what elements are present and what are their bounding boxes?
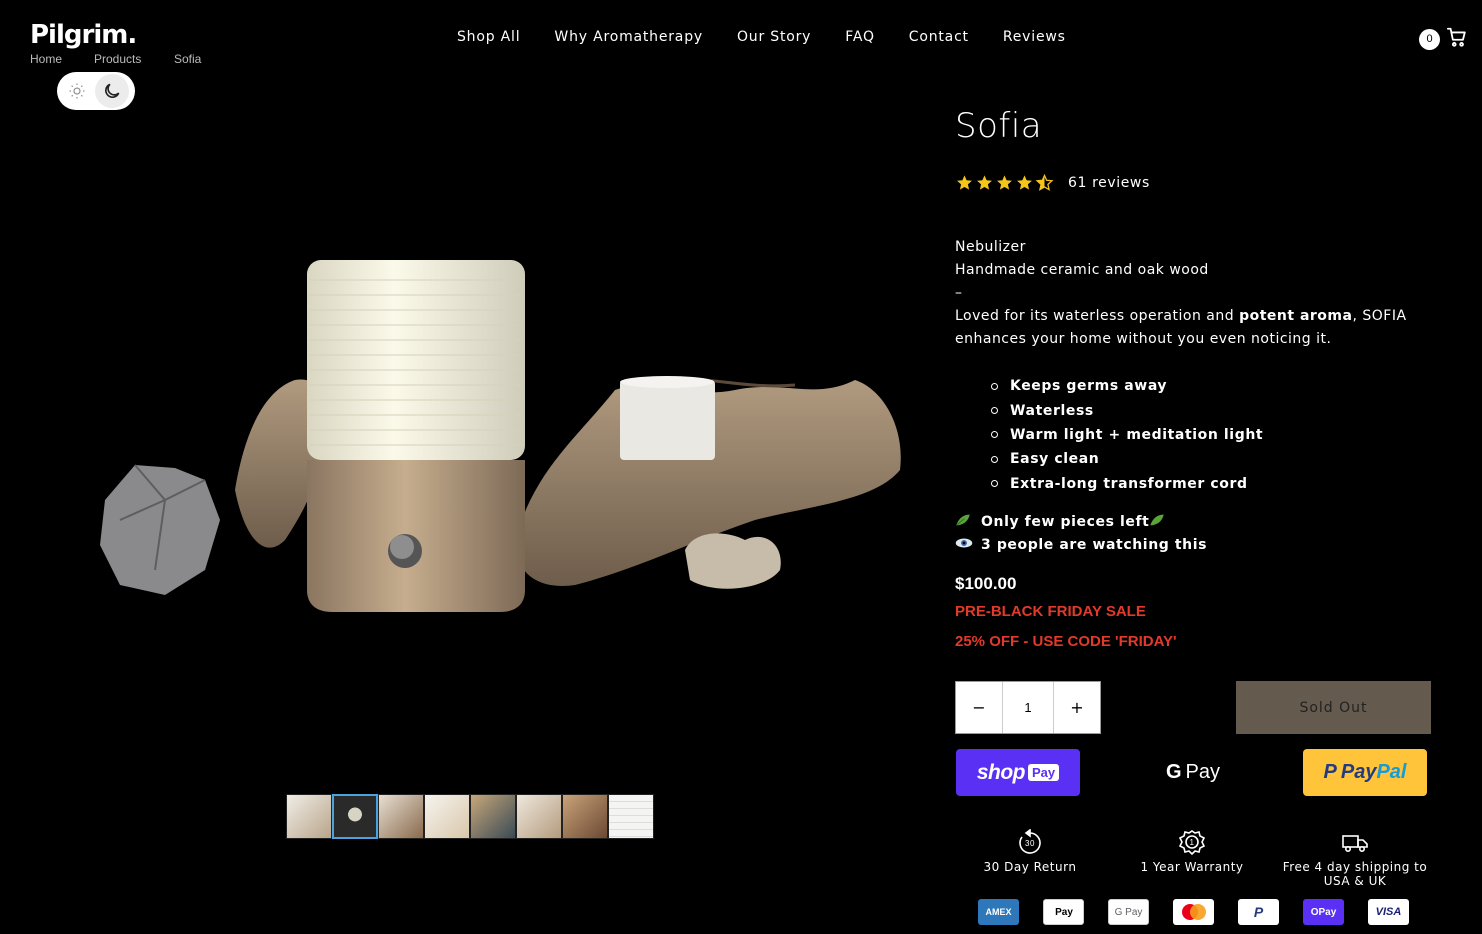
accepted-cards: AMEX Pay G Pay P OPay VISA (978, 899, 1409, 925)
cart-count-badge: 0 (1419, 28, 1440, 50)
half-star-icon (1035, 174, 1054, 191)
quantity-input[interactable]: 1 (1002, 682, 1054, 733)
google-pay-icon: G Pay (1108, 899, 1149, 925)
product-image[interactable] (95, 240, 915, 640)
visa-icon: VISA (1368, 899, 1409, 925)
breadcrumb-home[interactable]: Home (30, 52, 94, 66)
reviews-count[interactable]: 61 reviews (1068, 175, 1150, 191)
watching-alert: 3 people are watching this (955, 533, 1207, 556)
google-g-icon: G (1165, 761, 1182, 783)
product-rating[interactable]: 61 reviews (955, 174, 1150, 191)
breadcrumb-current: Sofia (174, 52, 202, 66)
feature-item: Waterless (991, 398, 1263, 422)
perks-row: 30 30 Day Return 1 1 Year Warranty Free … (955, 826, 1435, 890)
star-icon (1017, 175, 1032, 190)
stock-alerts: Only few pieces left 3 people are watchi… (955, 510, 1207, 556)
star-icon (977, 175, 992, 190)
sun-icon[interactable] (61, 75, 93, 107)
description-text: Loved for its waterless operation and po… (955, 308, 1407, 347)
perk-return: 30 30 Day Return (975, 826, 1085, 874)
product-price: $100.00 (955, 574, 1017, 593)
thumbnail-1[interactable] (286, 794, 332, 839)
express-checkout: shop Pay G Pay P Pay Pal (955, 749, 1431, 796)
nav-faq[interactable]: FAQ (845, 29, 875, 45)
cart-icon (1446, 26, 1468, 52)
product-material: Handmade ceramic and oak wood (955, 262, 1209, 278)
truck-icon (1277, 826, 1433, 860)
thumbnail-8[interactable] (608, 794, 654, 839)
thumbnail-2[interactable] (332, 794, 378, 839)
brand-logo[interactable]: Pilgrim. (30, 20, 137, 50)
nav-reviews[interactable]: Reviews (1003, 29, 1066, 45)
amex-icon: AMEX (978, 899, 1019, 925)
opay-icon: OPay (1303, 899, 1344, 925)
perk-warranty: 1 1 Year Warranty (1135, 826, 1249, 874)
return-30-icon: 30 (975, 826, 1085, 860)
feature-item: Warm light + meditation light (991, 423, 1263, 447)
feature-list: Keeps germs away Waterless Warm light + … (991, 374, 1263, 496)
leaf-icon (955, 513, 975, 530)
sale-code: 25% OFF - USE CODE 'FRIDAY' (955, 633, 1177, 650)
google-pay-button[interactable]: G Pay (1131, 749, 1255, 796)
thumbnail-5[interactable] (470, 794, 516, 839)
nav-shop-all[interactable]: Shop All (457, 29, 520, 45)
leaf-icon (1149, 513, 1165, 531)
moon-icon[interactable] (95, 74, 129, 108)
nav-why-aromatherapy[interactable]: Why Aromatherapy (554, 29, 703, 45)
breadcrumb-products[interactable]: Products (94, 52, 174, 66)
paypal-button[interactable]: P Pay Pal (1303, 749, 1427, 796)
perk-shipping: Free 4 day shipping to USA & UK (1277, 826, 1433, 888)
cart-button[interactable]: 0 (1419, 26, 1468, 52)
mastercard-icon (1173, 899, 1214, 925)
description-separator: – (955, 285, 963, 301)
shop-pay-button[interactable]: shop Pay (956, 749, 1080, 796)
star-icon (957, 175, 972, 190)
quantity-increase-button[interactable]: + (1054, 682, 1100, 733)
thumbnail-4[interactable] (424, 794, 470, 839)
rating-stars (955, 174, 1054, 191)
thumbnail-strip (286, 794, 654, 839)
svg-text:30: 30 (1025, 839, 1035, 848)
product-title: Sofia (955, 106, 1043, 146)
nav-contact[interactable]: Contact (909, 29, 969, 45)
scarcity-alert: Only few pieces left (955, 510, 1207, 533)
paypal-icon: P (1323, 761, 1337, 783)
product-type: Nebulizer (955, 239, 1026, 255)
nav-our-story[interactable]: Our Story (737, 29, 811, 45)
quantity-decrease-button[interactable]: − (956, 682, 1002, 733)
theme-toggle[interactable] (57, 72, 135, 110)
thumbnail-7[interactable] (562, 794, 608, 839)
main-nav: Shop All Why Aromatherapy Our Story FAQ … (440, 29, 1083, 45)
thumbnail-6[interactable] (516, 794, 562, 839)
sale-banner: PRE-BLACK FRIDAY SALE (955, 603, 1146, 620)
breadcrumb: Home Products Sofia (30, 52, 201, 66)
warranty-icon: 1 (1135, 826, 1249, 860)
feature-item: Extra-long transformer cord (991, 472, 1263, 496)
product-description: Nebulizer Handmade ceramic and oak wood … (955, 236, 1425, 351)
eye-icon (955, 537, 975, 552)
feature-item: Keeps germs away (991, 374, 1263, 398)
apple-pay-icon: Pay (1043, 899, 1084, 925)
svg-text:1: 1 (1190, 838, 1195, 847)
thumbnail-3[interactable] (378, 794, 424, 839)
star-icon (997, 175, 1012, 190)
sold-out-button[interactable]: Sold Out (1236, 681, 1431, 734)
feature-item: Easy clean (991, 447, 1263, 471)
paypal-icon: P (1238, 899, 1279, 925)
quantity-stepper: − 1 + (955, 681, 1101, 734)
